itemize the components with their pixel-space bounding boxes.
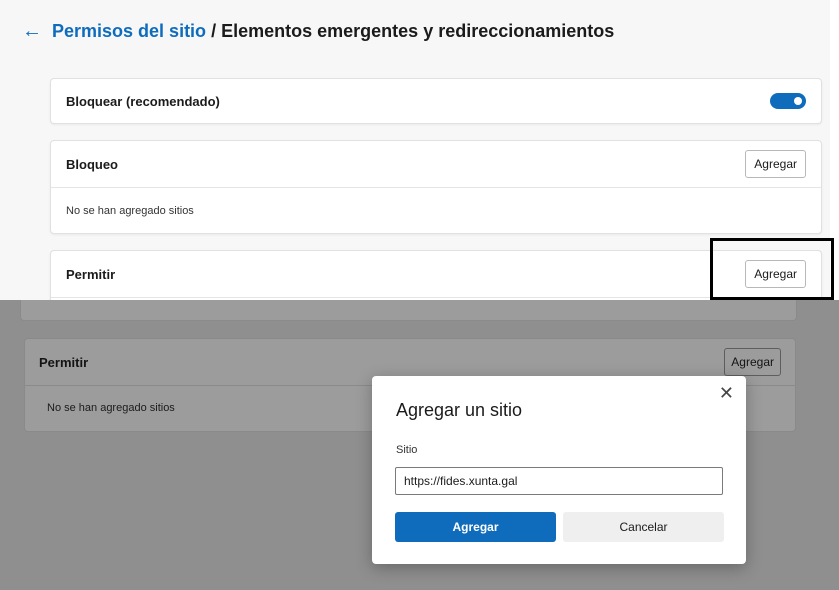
settings-page: ← Permisos del sitio / Elementos emergen… [0,0,834,303]
dimmed-allow-add-button: Agregar [724,348,781,376]
close-icon[interactable]: ✕ [719,384,734,402]
block-toggle-label: Bloquear (recomendado) [66,93,220,109]
allow-list-card: Permitir Agregar [50,250,822,303]
page-header: ← Permisos del sitio / Elementos emergen… [22,18,614,44]
divider [51,297,821,298]
dimmed-allow-title: Permitir [39,354,89,370]
allow-list-header: Permitir Agregar [51,251,821,297]
block-list-title: Bloqueo [66,156,118,172]
dimmed-card-bottom [20,300,797,321]
dialog-title: Agregar un sitio [396,400,523,420]
block-toggle-switch[interactable] [770,93,806,109]
arrow-left-icon[interactable]: ← [22,20,42,43]
block-empty-text: No se han agregado sitios [66,204,194,217]
allow-list-title: Permitir [66,266,116,282]
page-title: Elementos emergentes y redireccionamient… [221,20,615,41]
block-toggle-card: Bloquear (recomendado) [50,78,822,124]
block-toggle-row: Bloquear (recomendado) [51,79,821,123]
highlight-box [710,238,834,300]
breadcrumb-link[interactable]: Permisos del sitio [52,21,206,41]
block-list-card: Bloqueo Agregar No se han agregado sitio… [50,140,822,234]
add-button[interactable]: Agregar [395,512,556,542]
add-site-dialog: ✕ Agregar un sitio Sitio Agregar Cancela… [372,376,746,564]
block-add-button[interactable]: Agregar [745,150,806,178]
breadcrumb-separator: / [211,20,217,41]
site-input[interactable] [395,467,723,495]
block-list-header: Bloqueo Agregar [51,141,821,187]
cancel-button[interactable]: Cancelar [563,512,724,542]
site-field-label: Sitio [396,444,418,456]
